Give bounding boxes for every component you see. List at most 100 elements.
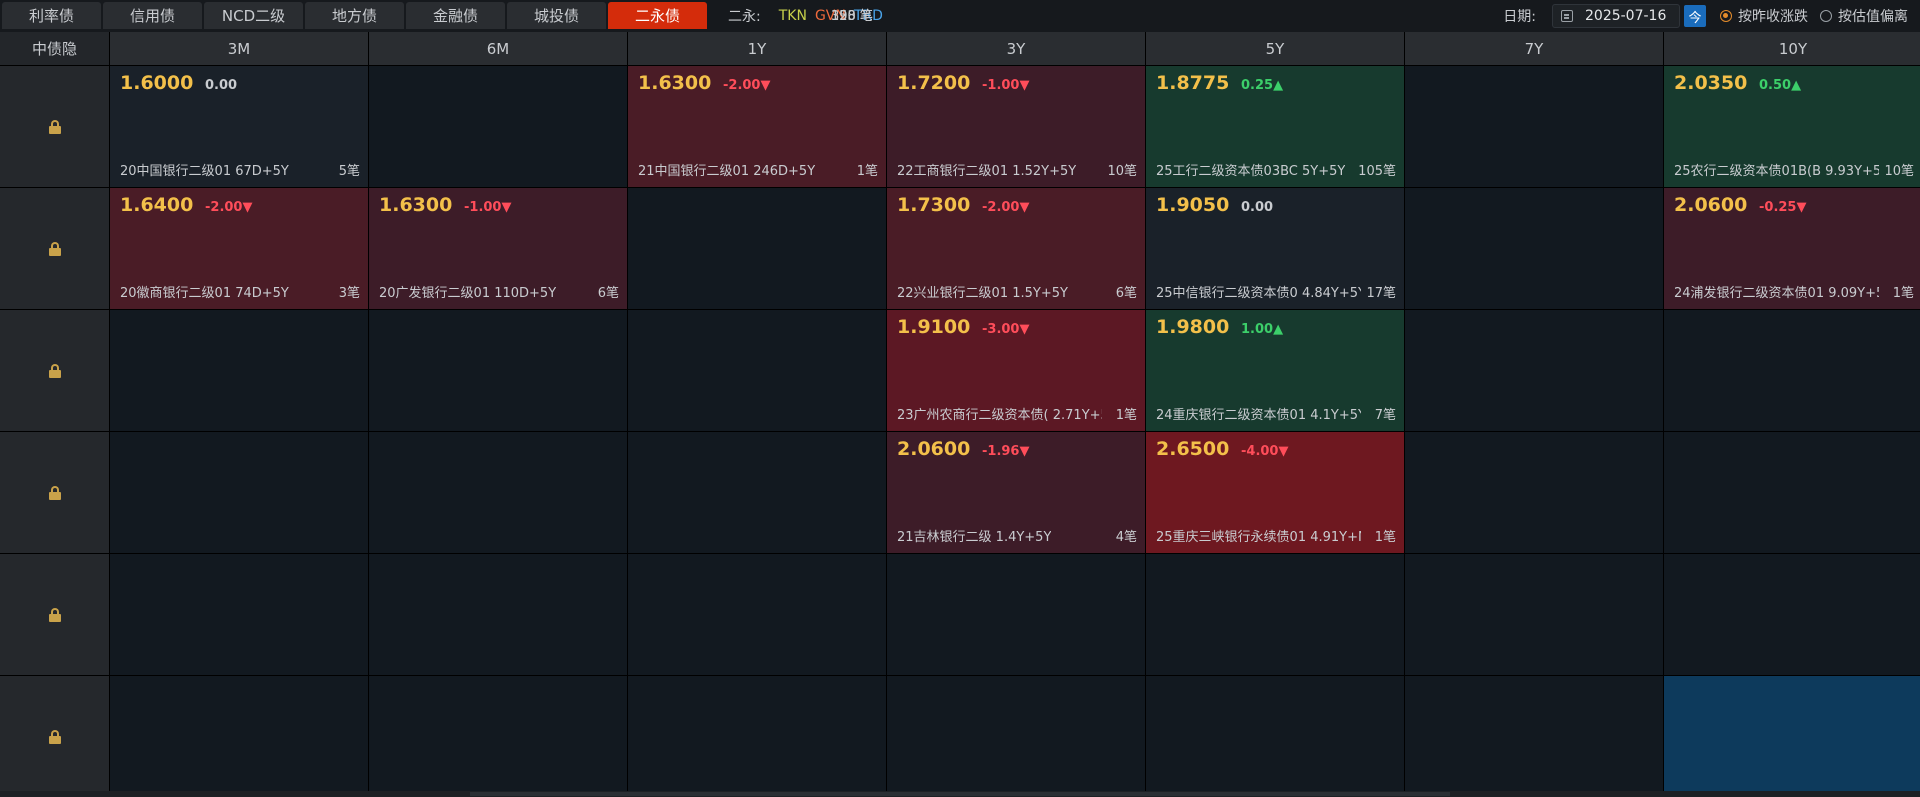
quote-change: -2.00▼ xyxy=(982,200,1030,215)
quote-cell[interactable]: 1.7300 -2.00▼ 22兴业银行二级01 1.5Y+5Y 6笔 xyxy=(887,188,1145,309)
quote-price: 1.6300 xyxy=(379,194,453,216)
quote-change: -0.25▼ xyxy=(1759,200,1807,215)
quote-cell[interactable] xyxy=(1146,554,1404,675)
column-header-6M[interactable]: 6M xyxy=(369,32,627,65)
trade-count: 6笔 xyxy=(597,286,619,301)
quote-price: 2.6500 xyxy=(1156,438,1230,460)
calendar-icon[interactable] xyxy=(1561,10,1573,22)
lock-icon[interactable] xyxy=(48,607,61,622)
date-value[interactable]: 2025-07-16 xyxy=(1585,8,1666,24)
quote-cell[interactable] xyxy=(110,676,368,797)
quote-cell[interactable]: 1.6300 -1.00▼ 20广发银行二级01 110D+5Y 6笔 xyxy=(369,188,627,309)
tab-1[interactable]: 信用债 xyxy=(103,2,202,29)
radio-by-prev-close[interactable]: 按昨收涨跌 xyxy=(1720,6,1808,26)
quote-cell[interactable] xyxy=(628,188,886,309)
radio-by-valuation-label[interactable]: 按估值偏离 xyxy=(1838,6,1908,26)
quote-cell[interactable] xyxy=(369,554,627,675)
tab-3[interactable]: 地方债 xyxy=(305,2,404,29)
quote-cell[interactable]: 1.9050 0.00 25中信银行二级资本债0 4.84Y+5Y 17笔 xyxy=(1146,188,1404,309)
column-header-1Y[interactable]: 1Y xyxy=(628,32,886,65)
quote-cell[interactable]: 1.8775 0.25▲ 25工行二级资本债03BC 5Y+5Y 105笔 xyxy=(1146,66,1404,187)
bond-name: 21中国银行二级01 246D+5Y xyxy=(638,164,816,179)
quote-cell[interactable] xyxy=(369,676,627,797)
quote-cell[interactable] xyxy=(628,554,886,675)
date-label: 日期: xyxy=(1503,9,1536,25)
column-header-7Y[interactable]: 7Y xyxy=(1405,32,1663,65)
lock-icon[interactable] xyxy=(48,485,61,500)
quote-cell[interactable] xyxy=(1664,676,1920,797)
radio-unchecked-icon[interactable] xyxy=(1820,10,1832,22)
quote-cell[interactable] xyxy=(110,554,368,675)
quote-cell[interactable] xyxy=(1405,188,1663,309)
trade-count: 105笔 xyxy=(1358,164,1396,179)
column-header-3Y[interactable]: 3Y xyxy=(887,32,1145,65)
quote-cell[interactable] xyxy=(1664,310,1920,431)
quote-cell[interactable] xyxy=(1664,554,1920,675)
quote-cell[interactable]: 1.6000 0.00 20中国银行二级01 67D+5Y 5笔 xyxy=(110,66,368,187)
lock-body xyxy=(48,613,61,622)
tab-2[interactable]: NCD二级 xyxy=(204,2,303,29)
quote-cell[interactable]: 2.6500 -4.00▼ 25重庆三峡银行永续债01 4.91Y+N 1笔 xyxy=(1146,432,1404,553)
bond-name: 24浦发银行二级资本债01 9.09Y+5Y xyxy=(1674,286,1879,301)
row-lock-1[interactable] xyxy=(0,188,109,309)
quote-change: 1.00▲ xyxy=(1241,322,1284,337)
quote-cell[interactable] xyxy=(110,432,368,553)
date-picker[interactable]: 2025-07-16 xyxy=(1552,4,1680,28)
tab-4[interactable]: 金融债 xyxy=(406,2,505,29)
row-lock-4[interactable] xyxy=(0,554,109,675)
row-lock-3[interactable] xyxy=(0,432,109,553)
column-header-5Y[interactable]: 5Y xyxy=(1146,32,1404,65)
quote-cell[interactable]: 2.0600 -0.25▼ 24浦发银行二级资本债01 9.09Y+5Y 1笔 xyxy=(1664,188,1920,309)
lock-icon[interactable] xyxy=(48,241,61,256)
quote-cell[interactable] xyxy=(1405,66,1663,187)
quote-cell[interactable] xyxy=(1146,676,1404,797)
lock-icon[interactable] xyxy=(48,119,61,134)
quote-cell[interactable]: 1.9100 -3.00▼ 23广州农商行二级资本债( 2.71Y+5Y 1笔 xyxy=(887,310,1145,431)
trade-count: 1笔 xyxy=(1374,530,1396,545)
quote-cell[interactable] xyxy=(1664,432,1920,553)
date-controls: 日期: 2025-07-16 今 按昨收涨跌 按估值偏离 xyxy=(1503,0,1920,32)
row-lock-2[interactable] xyxy=(0,310,109,431)
quote-cell[interactable] xyxy=(628,310,886,431)
lock-body xyxy=(48,369,61,378)
quote-cell[interactable] xyxy=(628,676,886,797)
column-header-3M[interactable]: 3M xyxy=(110,32,368,65)
trade-count: 3笔 xyxy=(338,286,360,301)
quote-cell[interactable] xyxy=(1405,310,1663,431)
trade-count: 6笔 xyxy=(1115,286,1137,301)
scrollbar-thumb[interactable] xyxy=(470,792,1450,796)
quote-cell[interactable] xyxy=(369,432,627,553)
tab-0[interactable]: 利率债 xyxy=(2,2,101,29)
quote-cell[interactable] xyxy=(1405,432,1663,553)
row-lock-5[interactable] xyxy=(0,676,109,797)
column-header-10Y[interactable]: 10Y xyxy=(1664,32,1920,65)
trade-count: 1笔 xyxy=(1115,408,1137,423)
horizontal-scrollbar[interactable] xyxy=(0,791,1920,797)
quote-cell[interactable] xyxy=(369,66,627,187)
quote-cell[interactable] xyxy=(628,432,886,553)
quote-cell[interactable]: 2.0350 0.50▲ 25农行二级资本债01B(B 9.93Y+5Y 10笔 xyxy=(1664,66,1920,187)
quote-cell[interactable] xyxy=(887,554,1145,675)
quote-cell[interactable]: 2.0600 -1.96▼ 21吉林银行二级 1.4Y+5Y 4笔 xyxy=(887,432,1145,553)
today-button[interactable]: 今 xyxy=(1684,5,1706,27)
radio-checked-icon[interactable] xyxy=(1720,10,1732,22)
quote-cell[interactable]: 1.7200 -1.00▼ 22工商银行二级01 1.52Y+5Y 10笔 xyxy=(887,66,1145,187)
tab-6[interactable]: 二永债 xyxy=(608,2,707,29)
tkn-key: TKN xyxy=(778,8,807,24)
row-lock-0[interactable] xyxy=(0,66,109,187)
radio-by-prev-close-label[interactable]: 按昨收涨跌 xyxy=(1738,6,1808,26)
quote-cell[interactable] xyxy=(369,310,627,431)
quote-cell[interactable]: 1.6400 -2.00▼ 20徽商银行二级01 74D+5Y 3笔 xyxy=(110,188,368,309)
radio-by-valuation[interactable]: 按估值偏离 xyxy=(1820,6,1908,26)
bond-name: 25农行二级资本债01B(B 9.93Y+5Y xyxy=(1674,164,1879,179)
quote-cell[interactable]: 1.9800 1.00▲ 24重庆银行二级资本债01 4.1Y+5Y 7笔 xyxy=(1146,310,1404,431)
quote-cell[interactable] xyxy=(1405,676,1663,797)
quote-cell[interactable]: 1.6300 -2.00▼ 21中国银行二级01 246D+5Y 1笔 xyxy=(628,66,886,187)
lock-icon[interactable] xyxy=(48,363,61,378)
quote-cell[interactable] xyxy=(110,310,368,431)
quote-change: -1.00▼ xyxy=(464,200,512,215)
tab-5[interactable]: 城投债 xyxy=(507,2,606,29)
quote-cell[interactable] xyxy=(1405,554,1663,675)
quote-cell[interactable] xyxy=(887,676,1145,797)
lock-icon[interactable] xyxy=(48,729,61,744)
